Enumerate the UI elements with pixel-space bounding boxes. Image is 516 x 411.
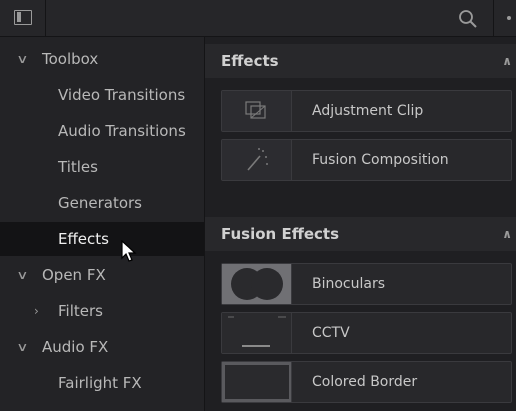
sidebar-item-label: Titles xyxy=(58,158,98,176)
sidebar-item-label: Video Transitions xyxy=(58,86,186,104)
sidebar-item-label: Fairlight FX xyxy=(58,374,142,392)
chevron-right-icon[interactable]: › xyxy=(34,294,39,328)
sidebar-item-generators[interactable]: Generators xyxy=(0,186,204,220)
sidebar-item-label: Open FX xyxy=(42,266,106,284)
sidebar-toggle-icon[interactable] xyxy=(14,10,32,25)
effect-item-label: CCTV xyxy=(312,325,350,341)
toolbar-divider xyxy=(45,0,46,36)
sidebar-item-open-fx[interactable]: ∨ Open FX xyxy=(0,258,204,292)
sidebar-item-titles[interactable]: Titles xyxy=(0,150,204,184)
top-toolbar xyxy=(0,0,516,37)
cctv-thumbnail xyxy=(222,313,292,353)
section-header-fusion-effects[interactable]: Fusion Effects ∧ xyxy=(205,217,516,251)
toolbar-divider xyxy=(493,0,494,36)
effect-item-binoculars[interactable]: Binoculars xyxy=(221,263,512,305)
sidebar-item-video-transitions[interactable]: Video Transitions xyxy=(0,78,204,112)
toolbox-sidebar: ∨ Toolbox Video Transitions Audio Transi… xyxy=(0,37,205,411)
sidebar-item-fairlight-fx[interactable]: Fairlight FX xyxy=(0,366,204,400)
chevron-up-icon[interactable]: ∧ xyxy=(502,217,512,251)
sidebar-item-label: Effects xyxy=(58,230,109,248)
sidebar-item-filters[interactable]: › Filters xyxy=(0,294,204,328)
effect-item-adjustment-clip[interactable]: Adjustment Clip xyxy=(221,90,512,132)
mouse-cursor-icon xyxy=(121,240,137,262)
effect-item-label: Binoculars xyxy=(312,276,386,292)
sidebar-item-label: Filters xyxy=(58,302,103,320)
effects-library-pane: Effects ∧ Adjustment Clip Fusion Composi… xyxy=(205,37,516,411)
effect-item-fusion-composition[interactable]: Fusion Composition xyxy=(221,139,512,181)
section-header-effects[interactable]: Effects ∧ xyxy=(205,44,516,78)
section-title: Fusion Effects xyxy=(221,225,340,243)
search-icon[interactable] xyxy=(458,9,478,29)
colored-border-thumbnail xyxy=(222,362,292,402)
chevron-down-icon[interactable]: ∨ xyxy=(16,42,28,76)
sidebar-item-label: Audio FX xyxy=(42,338,109,356)
sidebar-item-label: Toolbox xyxy=(42,50,99,68)
chevron-up-icon[interactable]: ∧ xyxy=(502,44,512,78)
chevron-down-icon[interactable]: ∨ xyxy=(16,330,28,364)
adjustment-clip-icon xyxy=(222,91,292,131)
effect-item-label: Adjustment Clip xyxy=(312,103,424,119)
sidebar-item-label: Audio Transitions xyxy=(58,122,186,140)
sidebar-item-effects[interactable]: Effects xyxy=(0,222,204,256)
effect-item-colored-border[interactable]: Colored Border xyxy=(221,361,512,403)
effect-item-cctv[interactable]: CCTV xyxy=(221,312,512,354)
sidebar-item-label: Generators xyxy=(58,194,142,212)
sidebar-item-audio-transitions[interactable]: Audio Transitions xyxy=(0,114,204,148)
effect-item-label: Colored Border xyxy=(312,374,418,390)
options-menu-icon[interactable] xyxy=(507,16,511,20)
effect-item-label: Fusion Composition xyxy=(312,152,449,168)
chevron-down-icon[interactable]: ∨ xyxy=(16,258,28,292)
binoculars-thumbnail xyxy=(222,264,292,304)
sidebar-item-audio-fx[interactable]: ∨ Audio FX xyxy=(0,330,204,364)
section-title: Effects xyxy=(221,52,279,70)
magic-wand-icon xyxy=(222,140,292,180)
sidebar-item-toolbox[interactable]: ∨ Toolbox xyxy=(0,42,204,76)
